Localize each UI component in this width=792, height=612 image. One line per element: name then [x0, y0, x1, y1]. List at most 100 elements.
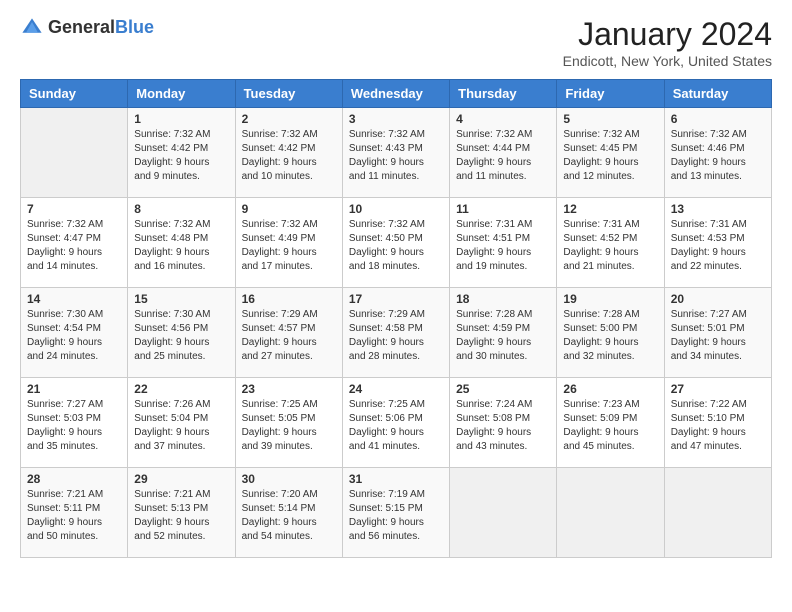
sunrise-text: Sunrise: 7:29 AM: [349, 308, 443, 322]
day-number: 14: [27, 292, 121, 306]
calendar-cell: 29 Sunrise: 7:21 AM Sunset: 5:13 PM Dayl…: [128, 468, 235, 558]
day-info: Sunrise: 7:23 AM Sunset: 5:09 PM Dayligh…: [563, 398, 657, 454]
daylight-text: Daylight: 9 hours and 35 minutes.: [27, 426, 121, 454]
sunset-text: Sunset: 4:43 PM: [349, 142, 443, 156]
daylight-text: Daylight: 9 hours and 27 minutes.: [242, 336, 336, 364]
month-title: January 2024: [563, 16, 772, 53]
calendar-cell: 11 Sunrise: 7:31 AM Sunset: 4:51 PM Dayl…: [450, 198, 557, 288]
sunrise-text: Sunrise: 7:27 AM: [671, 308, 765, 322]
daylight-text: Daylight: 9 hours and 56 minutes.: [349, 516, 443, 544]
calendar-cell: 17 Sunrise: 7:29 AM Sunset: 4:58 PM Dayl…: [342, 288, 449, 378]
sunrise-text: Sunrise: 7:32 AM: [134, 128, 228, 142]
sunset-text: Sunset: 4:42 PM: [242, 142, 336, 156]
day-number: 5: [563, 112, 657, 126]
daylight-text: Daylight: 9 hours and 30 minutes.: [456, 336, 550, 364]
sunrise-text: Sunrise: 7:32 AM: [349, 218, 443, 232]
header-saturday: Saturday: [664, 80, 771, 108]
calendar-cell: [557, 468, 664, 558]
week-row-2: 7 Sunrise: 7:32 AM Sunset: 4:47 PM Dayli…: [21, 198, 772, 288]
day-info: Sunrise: 7:27 AM Sunset: 5:01 PM Dayligh…: [671, 308, 765, 364]
sunset-text: Sunset: 5:00 PM: [563, 322, 657, 336]
day-number: 15: [134, 292, 228, 306]
day-info: Sunrise: 7:21 AM Sunset: 5:13 PM Dayligh…: [134, 488, 228, 544]
daylight-text: Daylight: 9 hours and 37 minutes.: [134, 426, 228, 454]
sunrise-text: Sunrise: 7:32 AM: [563, 128, 657, 142]
day-number: 25: [456, 382, 550, 396]
sunset-text: Sunset: 4:47 PM: [27, 232, 121, 246]
location-title: Endicott, New York, United States: [563, 53, 772, 69]
day-info: Sunrise: 7:25 AM Sunset: 5:06 PM Dayligh…: [349, 398, 443, 454]
day-number: 26: [563, 382, 657, 396]
calendar-cell: 3 Sunrise: 7:32 AM Sunset: 4:43 PM Dayli…: [342, 108, 449, 198]
daylight-text: Daylight: 9 hours and 14 minutes.: [27, 246, 121, 274]
calendar-cell: [664, 468, 771, 558]
calendar-cell: 5 Sunrise: 7:32 AM Sunset: 4:45 PM Dayli…: [557, 108, 664, 198]
daylight-text: Daylight: 9 hours and 12 minutes.: [563, 156, 657, 184]
week-row-3: 14 Sunrise: 7:30 AM Sunset: 4:54 PM Dayl…: [21, 288, 772, 378]
sunrise-text: Sunrise: 7:24 AM: [456, 398, 550, 412]
page-header: GeneralBlue January 2024 Endicott, New Y…: [20, 16, 772, 69]
daylight-text: Daylight: 9 hours and 47 minutes.: [671, 426, 765, 454]
week-row-1: 1 Sunrise: 7:32 AM Sunset: 4:42 PM Dayli…: [21, 108, 772, 198]
day-number: 30: [242, 472, 336, 486]
day-info: Sunrise: 7:28 AM Sunset: 4:59 PM Dayligh…: [456, 308, 550, 364]
calendar-cell: 16 Sunrise: 7:29 AM Sunset: 4:57 PM Dayl…: [235, 288, 342, 378]
calendar-cell: 13 Sunrise: 7:31 AM Sunset: 4:53 PM Dayl…: [664, 198, 771, 288]
day-number: 28: [27, 472, 121, 486]
sunrise-text: Sunrise: 7:29 AM: [242, 308, 336, 322]
daylight-text: Daylight: 9 hours and 52 minutes.: [134, 516, 228, 544]
sunrise-text: Sunrise: 7:28 AM: [563, 308, 657, 322]
day-number: 31: [349, 472, 443, 486]
header-monday: Monday: [128, 80, 235, 108]
day-number: 16: [242, 292, 336, 306]
daylight-text: Daylight: 9 hours and 41 minutes.: [349, 426, 443, 454]
week-row-4: 21 Sunrise: 7:27 AM Sunset: 5:03 PM Dayl…: [21, 378, 772, 468]
daylight-text: Daylight: 9 hours and 9 minutes.: [134, 156, 228, 184]
daylight-text: Daylight: 9 hours and 17 minutes.: [242, 246, 336, 274]
sunset-text: Sunset: 5:10 PM: [671, 412, 765, 426]
sunset-text: Sunset: 4:50 PM: [349, 232, 443, 246]
daylight-text: Daylight: 9 hours and 18 minutes.: [349, 246, 443, 274]
day-number: 4: [456, 112, 550, 126]
title-section: January 2024 Endicott, New York, United …: [563, 16, 772, 69]
day-info: Sunrise: 7:32 AM Sunset: 4:50 PM Dayligh…: [349, 218, 443, 274]
daylight-text: Daylight: 9 hours and 11 minutes.: [349, 156, 443, 184]
sunset-text: Sunset: 5:05 PM: [242, 412, 336, 426]
sunset-text: Sunset: 5:03 PM: [27, 412, 121, 426]
sunset-text: Sunset: 5:09 PM: [563, 412, 657, 426]
calendar-cell: 15 Sunrise: 7:30 AM Sunset: 4:56 PM Dayl…: [128, 288, 235, 378]
logo-icon: [20, 16, 44, 40]
calendar-cell: 6 Sunrise: 7:32 AM Sunset: 4:46 PM Dayli…: [664, 108, 771, 198]
header-wednesday: Wednesday: [342, 80, 449, 108]
calendar-cell: 10 Sunrise: 7:32 AM Sunset: 4:50 PM Dayl…: [342, 198, 449, 288]
sunrise-text: Sunrise: 7:32 AM: [671, 128, 765, 142]
day-info: Sunrise: 7:29 AM Sunset: 4:58 PM Dayligh…: [349, 308, 443, 364]
sunset-text: Sunset: 4:56 PM: [134, 322, 228, 336]
weekday-header-row: Sunday Monday Tuesday Wednesday Thursday…: [21, 80, 772, 108]
sunset-text: Sunset: 4:51 PM: [456, 232, 550, 246]
sunset-text: Sunset: 4:54 PM: [27, 322, 121, 336]
sunrise-text: Sunrise: 7:31 AM: [563, 218, 657, 232]
header-friday: Friday: [557, 80, 664, 108]
daylight-text: Daylight: 9 hours and 10 minutes.: [242, 156, 336, 184]
sunset-text: Sunset: 4:58 PM: [349, 322, 443, 336]
sunset-text: Sunset: 4:59 PM: [456, 322, 550, 336]
sunset-text: Sunset: 4:53 PM: [671, 232, 765, 246]
sunrise-text: Sunrise: 7:32 AM: [242, 128, 336, 142]
calendar-cell: 20 Sunrise: 7:27 AM Sunset: 5:01 PM Dayl…: [664, 288, 771, 378]
day-number: 9: [242, 202, 336, 216]
calendar-cell: 23 Sunrise: 7:25 AM Sunset: 5:05 PM Dayl…: [235, 378, 342, 468]
calendar-cell: 21 Sunrise: 7:27 AM Sunset: 5:03 PM Dayl…: [21, 378, 128, 468]
day-info: Sunrise: 7:32 AM Sunset: 4:49 PM Dayligh…: [242, 218, 336, 274]
day-info: Sunrise: 7:32 AM Sunset: 4:46 PM Dayligh…: [671, 128, 765, 184]
calendar-cell: 22 Sunrise: 7:26 AM Sunset: 5:04 PM Dayl…: [128, 378, 235, 468]
day-number: 29: [134, 472, 228, 486]
sunrise-text: Sunrise: 7:32 AM: [27, 218, 121, 232]
logo-text: GeneralBlue: [48, 18, 154, 38]
calendar-cell: [21, 108, 128, 198]
sunrise-text: Sunrise: 7:19 AM: [349, 488, 443, 502]
day-info: Sunrise: 7:32 AM Sunset: 4:47 PM Dayligh…: [27, 218, 121, 274]
daylight-text: Daylight: 9 hours and 54 minutes.: [242, 516, 336, 544]
calendar-cell: 2 Sunrise: 7:32 AM Sunset: 4:42 PM Dayli…: [235, 108, 342, 198]
day-info: Sunrise: 7:32 AM Sunset: 4:45 PM Dayligh…: [563, 128, 657, 184]
